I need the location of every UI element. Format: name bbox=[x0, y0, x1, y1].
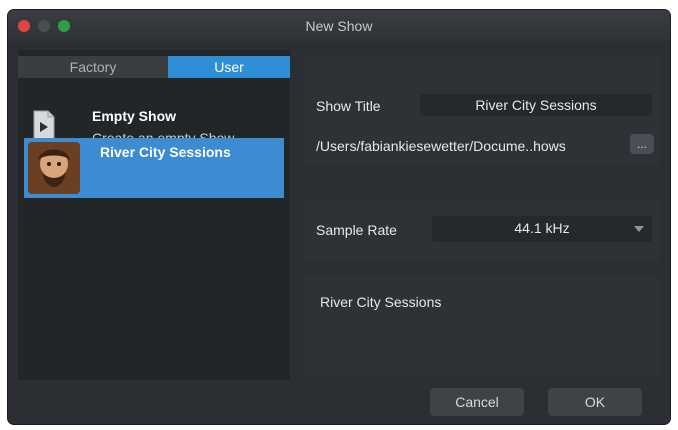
new-show-window: New Show Factory User Empty Show Create … bbox=[8, 10, 670, 424]
show-settings: Show Title River City Sessions /Users/fa… bbox=[304, 50, 660, 380]
browse-button[interactable]: ... bbox=[630, 134, 654, 154]
show-title-field[interactable]: River City Sessions bbox=[420, 94, 652, 116]
sample-rate-label: Sample Rate bbox=[316, 222, 397, 238]
window-title: New Show bbox=[305, 18, 373, 34]
show-title-label: Show Title bbox=[316, 98, 381, 114]
sample-rate-section: Sample Rate 44.1 kHz bbox=[304, 200, 660, 262]
show-path: /Users/fabiankiesewetter/Docume..hows bbox=[316, 138, 566, 154]
cancel-button[interactable]: Cancel bbox=[430, 388, 524, 416]
titlebar: New Show bbox=[8, 10, 670, 42]
sample-rate-select[interactable]: 44.1 kHz bbox=[432, 216, 652, 242]
selected-template-title: River City Sessions bbox=[100, 144, 231, 160]
template-tabs: Factory User bbox=[18, 56, 290, 78]
notes-section: River City Sessions bbox=[304, 276, 660, 376]
ok-button[interactable]: OK bbox=[548, 388, 642, 416]
tab-user[interactable]: User bbox=[168, 56, 290, 78]
user-avatar bbox=[28, 142, 80, 194]
template-item-selected[interactable]: River City Sessions bbox=[24, 138, 284, 198]
document-play-icon bbox=[32, 110, 56, 140]
notes-text[interactable]: River City Sessions bbox=[320, 294, 441, 310]
template-sidebar: Factory User Empty Show Create an empty … bbox=[18, 50, 290, 380]
dialog-footer: Cancel OK bbox=[8, 380, 670, 424]
tab-factory[interactable]: Factory bbox=[18, 56, 168, 78]
sample-rate-value: 44.1 kHz bbox=[514, 220, 570, 236]
template-title: Empty Show bbox=[92, 108, 177, 124]
chevron-down-icon bbox=[634, 226, 644, 232]
show-title-section: Show Title River City Sessions /Users/fa… bbox=[304, 56, 660, 166]
